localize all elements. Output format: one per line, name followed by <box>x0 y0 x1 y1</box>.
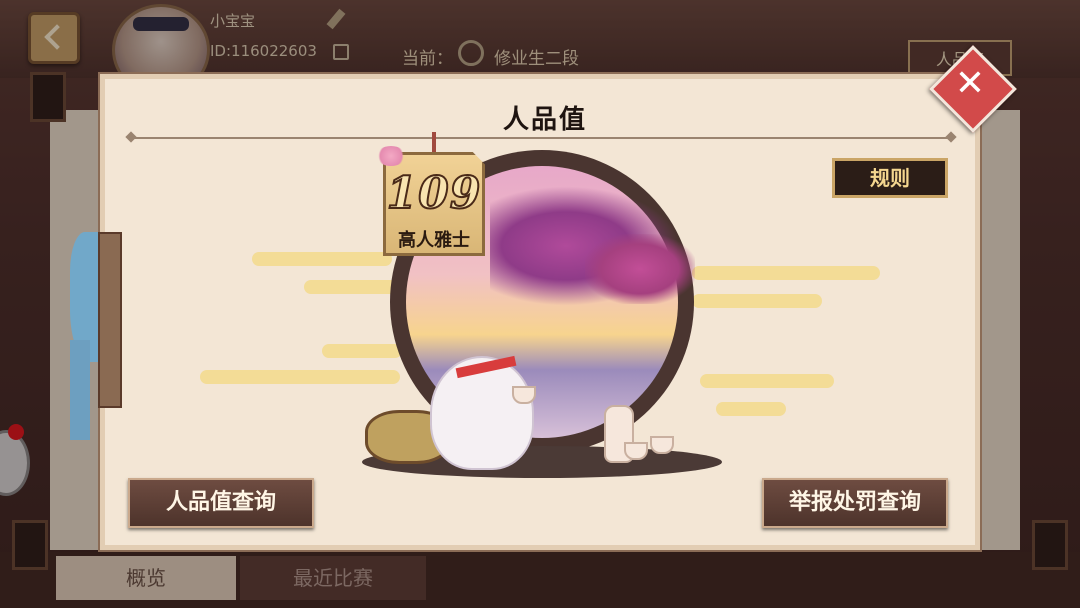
rules-button[interactable]: 规则 <box>832 158 948 198</box>
flower-icon <box>376 146 406 166</box>
score-title: 高人雅士 <box>398 230 470 251</box>
cloud-decoration <box>252 252 392 266</box>
close-icon[interactable]: ✕ <box>950 60 990 108</box>
title-divider <box>131 137 951 139</box>
sake-cup <box>624 442 648 460</box>
cloud-decoration <box>692 294 822 308</box>
sake-cup <box>512 386 536 404</box>
sake-cup <box>650 436 674 454</box>
cloud-decoration <box>200 370 400 384</box>
cloud-decoration <box>304 280 404 294</box>
blossom-tree <box>585 234 695 304</box>
cloud-decoration <box>716 402 786 416</box>
cloud-decoration <box>692 266 880 280</box>
tassel-ornament <box>70 340 90 440</box>
doll-character <box>430 356 534 470</box>
dialog-title: 人品值 <box>502 105 587 135</box>
score-value: 109 <box>386 167 482 220</box>
scroll-rod <box>98 232 122 408</box>
report-penalty-query-button[interactable]: 举报处罚查询 <box>762 478 948 528</box>
cloud-decoration <box>700 374 834 388</box>
plaque-cord <box>432 132 436 154</box>
character-value-query-button[interactable]: 人品值查询 <box>128 478 314 528</box>
cloud-decoration <box>322 344 402 358</box>
